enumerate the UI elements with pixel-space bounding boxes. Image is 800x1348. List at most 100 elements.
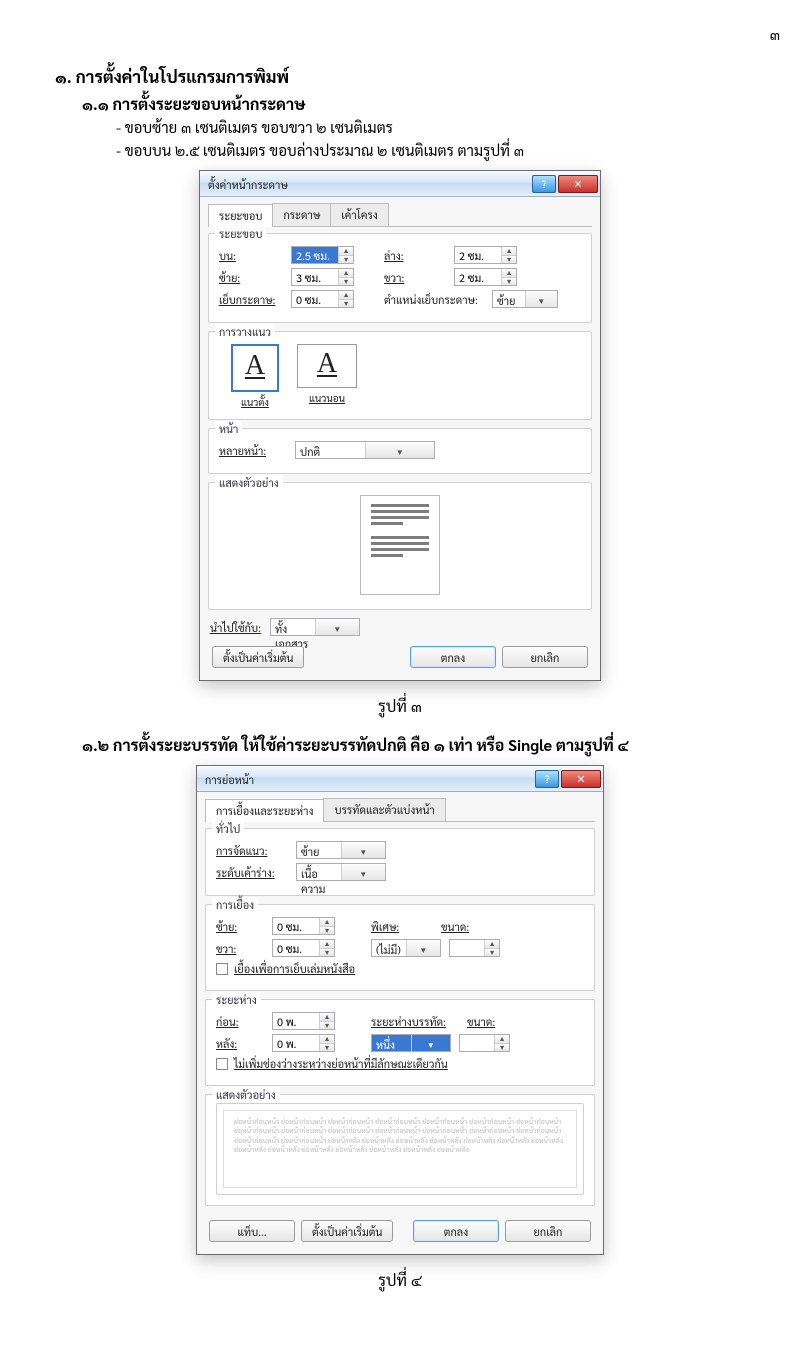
chevron-down-icon[interactable]: ▼ (341, 842, 386, 858)
body-text: - ขอบซ้าย ๓ เซนติเมตร ขอบขวา ๒ เซนติเมตร (116, 118, 760, 137)
tab-indent-spacing[interactable]: การเยื้องและระยะห่าง (205, 799, 324, 822)
label-after: หลัง: (216, 1036, 272, 1051)
close-button[interactable]: ✕ (558, 175, 598, 193)
label-special: พิเศษ: (371, 919, 441, 934)
chevron-down-icon[interactable]: ▼ (502, 278, 516, 286)
orientation-landscape-label: แนวนอน (297, 392, 357, 405)
group-label: การวางแนว (215, 324, 275, 339)
combo-line-spacing[interactable]: หนึ่งเท่า▼ (371, 1034, 451, 1052)
page-preview (360, 495, 440, 595)
spin-gutter[interactable]: ▲▼ (291, 290, 354, 308)
label-gutter-pos: ตำแหน่งเย็บกระดาษ: (384, 292, 492, 307)
orientation-portrait[interactable]: A (231, 344, 279, 392)
spin-by[interactable]: ▲▼ (449, 939, 500, 957)
body-text: - ขอบบน ๒.๕ เซนติเมตร ขอบล่างประมาณ ๒ เซ… (116, 141, 760, 160)
chevron-down-icon[interactable]: ▼ (525, 291, 558, 307)
chevron-down-icon[interactable]: ▼ (411, 1035, 451, 1051)
tabstrip: การเยื้องและระยะห่าง บรรทัดและตัวแบ่งหน้… (205, 798, 595, 822)
combo-multipage[interactable]: ปกติ▼ (295, 441, 435, 459)
set-default-button[interactable]: ตั้งเป็นค่าเริ่มต้น (212, 646, 304, 668)
help-button[interactable]: ? (532, 175, 556, 193)
spin-top[interactable]: ▲▼ (291, 246, 354, 264)
input-top[interactable] (292, 247, 338, 263)
input-left[interactable] (292, 269, 338, 285)
spin-after[interactable]: ▲▼ (272, 1034, 335, 1052)
spin-left[interactable]: ▲▼ (291, 268, 354, 286)
input-at[interactable] (460, 1035, 494, 1051)
spin-indent-left[interactable]: ▲▼ (272, 917, 335, 935)
tab-layout[interactable]: เค้าโครง (330, 203, 389, 226)
label-line-spacing: ระยะห่างบรรทัด: (371, 1014, 467, 1029)
label-bottom: ล่าง: (384, 248, 454, 263)
group-preview: แสดงตัวอย่าง (208, 482, 592, 610)
chevron-down-icon[interactable]: ▼ (320, 1022, 334, 1030)
combo-special[interactable]: (ไม่มี)▼ (371, 939, 441, 957)
chevron-down-icon[interactable]: ▼ (365, 442, 435, 458)
spin-indent-right[interactable]: ▲▼ (272, 939, 335, 957)
group-pages: หน้า หลายหน้า: ปกติ▼ (208, 428, 592, 474)
chevron-down-icon[interactable]: ▼ (339, 256, 353, 264)
chevron-down-icon[interactable]: ▼ (502, 256, 516, 264)
figure-caption: รูปที่ ๔ (40, 1269, 760, 1290)
tabs-button[interactable]: แท็บ... (209, 1220, 295, 1242)
input-by[interactable] (450, 940, 484, 956)
input-bottom[interactable] (455, 247, 501, 263)
question-mark-icon: ? (542, 176, 547, 191)
chevron-down-icon[interactable]: ▼ (485, 949, 499, 957)
chevron-down-icon[interactable]: ▼ (320, 927, 334, 935)
checkbox-no-space[interactable]: ไม่เพิ่มช่องว่างระหว่างย่อหน้าที่มีลักษณ… (216, 1056, 448, 1071)
preview-text: ย่อหน้าก่อนหน้า ย่อหน้าก่อนหน้า ย่อหน้าก… (223, 1110, 577, 1188)
combo-value: ซ้าย (493, 291, 525, 307)
spin-bottom[interactable]: ▲▼ (454, 246, 517, 264)
close-button[interactable]: ✕ (561, 770, 601, 788)
orientation-landscape[interactable]: A (297, 344, 357, 388)
tab-margins[interactable]: ระยะขอบ (208, 204, 273, 227)
input-indent-right[interactable] (273, 940, 319, 956)
ok-button[interactable]: ตกลง (413, 1220, 499, 1242)
ok-button[interactable]: ตกลง (410, 646, 496, 668)
input-right[interactable] (455, 269, 501, 285)
label-at: ขนาด: (467, 1014, 495, 1029)
titlebar[interactable]: การย่อหน้า ? ✕ (197, 766, 603, 792)
chevron-down-icon[interactable]: ▼ (320, 949, 334, 957)
chevron-down-icon[interactable]: ▼ (406, 940, 441, 956)
tab-line-breaks[interactable]: บรรทัดและตัวแบ่งหน้า (323, 798, 445, 821)
combo-value: เนื้อความ (297, 864, 341, 880)
input-after[interactable] (273, 1035, 319, 1051)
combo-value: (ไม่มี) (372, 940, 406, 956)
spin-before[interactable]: ▲▼ (272, 1012, 335, 1030)
combo-value: ปกติ (296, 442, 365, 458)
checkbox-label: ไม่เพิ่มช่องว่างระหว่างย่อหน้าที่มีลักษณ… (234, 1056, 448, 1071)
combo-apply[interactable]: ทั้งเอกสาร▼ (270, 618, 360, 636)
heading-1: ๑. การตั้งค่าในโปรแกรมการพิมพ์ (55, 65, 760, 87)
cancel-button[interactable]: ยกเลิก (505, 1220, 591, 1242)
chevron-down-icon[interactable]: ▼ (341, 864, 386, 880)
label-by: ขนาด: (441, 919, 489, 934)
cancel-button[interactable]: ยกเลิก (502, 646, 588, 668)
chevron-down-icon[interactable]: ▼ (315, 619, 360, 635)
close-icon: ✕ (576, 771, 585, 786)
chevron-down-icon[interactable]: ▼ (495, 1044, 509, 1052)
heading-1-1: ๑.๑ การตั้งระยะขอบหน้ากระดาษ (82, 93, 760, 114)
titlebar[interactable]: ตั้งค่าหน้ากระดาษ ? ✕ (200, 171, 600, 197)
chevron-down-icon[interactable]: ▼ (339, 278, 353, 286)
combo-value: หนึ่งเท่า (372, 1035, 411, 1051)
combo-gutter-pos[interactable]: ซ้าย▼ (492, 290, 558, 308)
input-before[interactable] (273, 1013, 319, 1029)
chevron-down-icon[interactable]: ▼ (320, 1044, 334, 1052)
input-gutter[interactable] (292, 291, 338, 307)
checkbox-mirror-indent[interactable]: เยื้องเพื่อการเย็บเล่มหนังสือ (216, 961, 355, 976)
spin-right[interactable]: ▲▼ (454, 268, 517, 286)
combo-alignment[interactable]: ซ้าย▼ (296, 841, 386, 859)
input-indent-left[interactable] (273, 918, 319, 934)
set-default-button[interactable]: ตั้งเป็นค่าเริ่มต้น (301, 1220, 393, 1242)
spin-at[interactable]: ▲▼ (459, 1034, 510, 1052)
group-general: ทั่วไป การจัดแนว: ซ้าย▼ ระดับเค้าร่าง: เ… (205, 828, 595, 896)
group-label: หน้า (215, 421, 242, 436)
group-label: ระยะห่าง (212, 992, 261, 1007)
help-button[interactable]: ? (535, 770, 559, 788)
tab-paper[interactable]: กระดาษ (272, 203, 331, 226)
chevron-down-icon[interactable]: ▼ (339, 300, 353, 308)
tabstrip: ระยะขอบ กระดาษ เค้าโครง (208, 203, 592, 227)
combo-outline[interactable]: เนื้อความ▼ (296, 863, 386, 881)
